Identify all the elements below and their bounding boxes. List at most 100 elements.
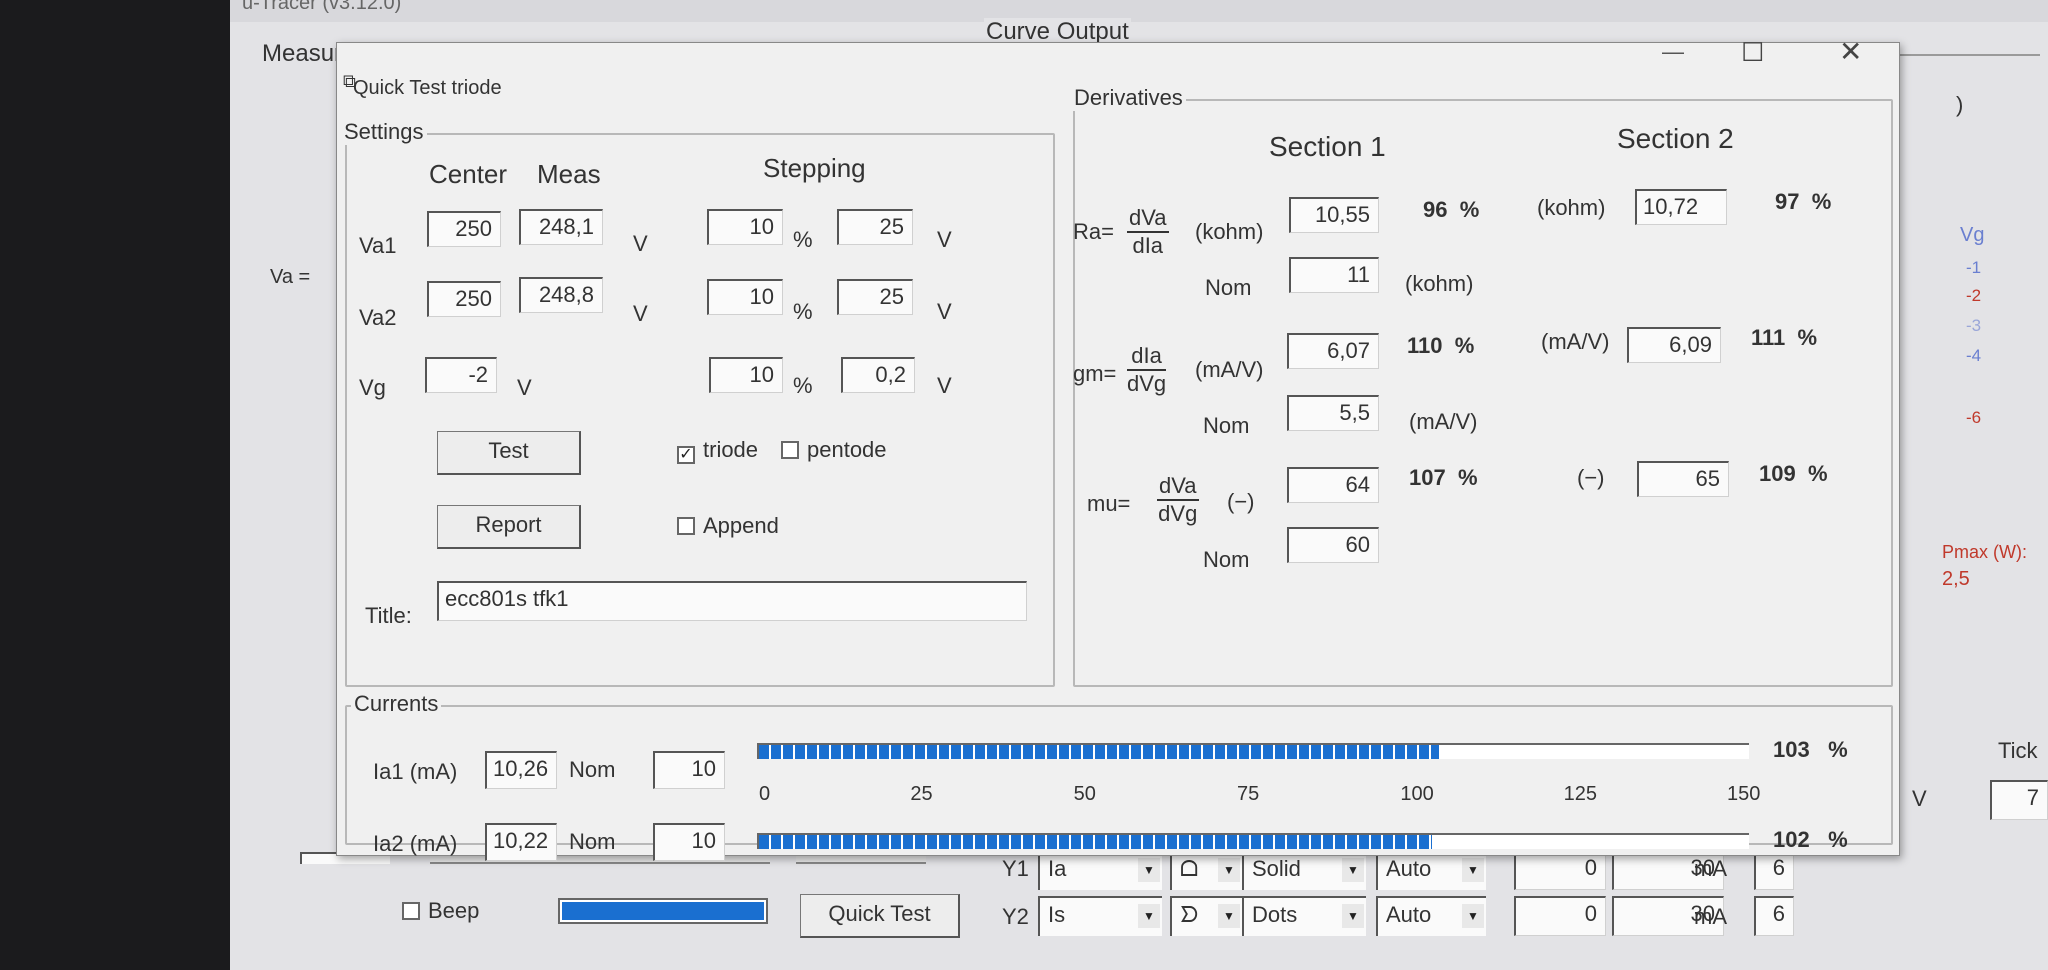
pmax-value: 2,5 xyxy=(1942,568,1970,590)
vg-value: -4 xyxy=(1966,346,1982,365)
chevron-down-icon: ▼ xyxy=(1462,904,1484,928)
beep-checkbox[interactable]: Beep xyxy=(402,898,479,924)
ia1-pct: 103 % xyxy=(1773,737,1848,762)
pentode-checkbox[interactable]: pentode xyxy=(781,437,887,463)
y1-tick-input[interactable]: 6 xyxy=(1754,850,1794,890)
ra-nom-unit: (kohm) xyxy=(1405,271,1474,296)
y2-color-select[interactable]: ᗤ ▼ xyxy=(1170,896,1242,936)
mu-section1-value: 64 xyxy=(1287,467,1379,503)
gm-nom-unit: (mA/V) xyxy=(1409,409,1478,434)
ia1-nom-label: Nom xyxy=(569,757,616,782)
va2-meas-field: 248,8 xyxy=(519,277,603,313)
y1-style-select[interactable]: Solid ▼ xyxy=(1242,850,1366,890)
y1-axis-select[interactable]: Ia ▼ xyxy=(1038,850,1162,890)
beep-checkbox-box[interactable] xyxy=(402,902,420,920)
va2-unit: V xyxy=(633,301,648,326)
ia2-nom-input[interactable]: 10 xyxy=(653,823,725,861)
append-checkbox[interactable]: Append xyxy=(677,513,779,539)
ra-unit: (kohm) xyxy=(1195,219,1264,244)
vg-step-pct-input[interactable]: 10 xyxy=(709,357,783,393)
ra-section2-unit: (kohm) xyxy=(1537,195,1606,220)
y2-min-input[interactable]: 0 xyxy=(1514,896,1606,936)
scale-tick-label: 125 xyxy=(1563,783,1598,805)
chevron-down-icon: ▼ xyxy=(1462,858,1484,882)
vg-step-v-input[interactable]: 0,2 xyxy=(841,357,915,393)
test-button[interactable]: Test xyxy=(437,431,581,475)
gm-unit: (mA/V) xyxy=(1195,357,1264,382)
va1-meas-field: 248,1 xyxy=(519,209,603,245)
mu-section2-unit: (−) xyxy=(1577,465,1605,490)
va2-step-v-input[interactable]: 25 xyxy=(837,279,913,315)
va1-step-pct-input[interactable]: 10 xyxy=(707,209,783,245)
section1-header: Section 1 xyxy=(1269,131,1386,162)
ia2-value: 10,22 xyxy=(485,823,557,861)
ia1-current-bar xyxy=(757,743,1749,759)
minimize-icon[interactable]: — xyxy=(1662,39,1684,65)
beep-label: Beep xyxy=(428,898,480,923)
quick-test-button[interactable]: Quick Test xyxy=(800,894,960,938)
va2-label: Va2 xyxy=(359,305,397,330)
triode-label: triode xyxy=(703,437,759,462)
va1-pct-sign: % xyxy=(793,227,813,252)
y2-label: Y2 xyxy=(1002,904,1029,929)
title-input[interactable]: ecc801s tfk1 xyxy=(437,581,1027,621)
y2-axis-select[interactable]: Is ▼ xyxy=(1038,896,1162,936)
currents-group-label: Currents xyxy=(351,691,442,717)
pentode-label: pentode xyxy=(807,437,887,462)
ra-nom-label: Nom xyxy=(1205,275,1252,300)
vg-value: -6 xyxy=(1966,408,1982,427)
va1-step-unit: V xyxy=(937,227,952,252)
y1-label: Y1 xyxy=(1002,856,1029,881)
checkmark-icon[interactable]: ✓ xyxy=(677,446,695,464)
ra-nom-input[interactable]: 11 xyxy=(1289,257,1379,293)
close-icon[interactable]: ✕ xyxy=(1839,35,1862,68)
mu-nom-label: Nom xyxy=(1203,547,1250,572)
y1-min-input[interactable]: 0 xyxy=(1514,850,1606,890)
chevron-down-icon: ▼ xyxy=(1218,858,1240,882)
gm-prefix: gm= xyxy=(1073,361,1117,386)
y2-scale-select[interactable]: Auto ▼ xyxy=(1376,896,1486,936)
quick-test-dialog: ⧉ Quick Test triode — ☐ ✕ Settings Cente… xyxy=(336,36,1900,861)
gm-section2-value: 6,09 xyxy=(1627,327,1721,363)
pentode-checkbox-box[interactable] xyxy=(781,441,799,459)
va1-label: Va1 xyxy=(359,233,397,258)
y2-style-select[interactable]: Dots ▼ xyxy=(1242,896,1366,936)
va2-pct-sign: % xyxy=(793,299,813,324)
y1-scale-select[interactable]: Auto ▼ xyxy=(1376,850,1486,890)
line-color-icon: ᗝ xyxy=(1180,856,1199,881)
va1-center-input[interactable]: 250 xyxy=(427,211,501,247)
mu-section2-pct: 109 % xyxy=(1759,461,1828,486)
vg-label: Vg xyxy=(359,375,386,400)
ia1-nom-input[interactable]: 10 xyxy=(653,751,725,789)
beep-progress xyxy=(558,898,768,924)
beep-progress-fill xyxy=(562,902,764,920)
append-label: Append xyxy=(703,513,779,538)
y1-color-select[interactable]: ᗝ ▼ xyxy=(1170,850,1242,890)
ia1-value: 10,26 xyxy=(485,751,557,789)
settings-group-label: Settings xyxy=(341,119,427,145)
mu-section2-value: 65 xyxy=(1637,461,1729,497)
chevron-down-icon: ▼ xyxy=(1138,858,1160,882)
stepping-header: Stepping xyxy=(763,153,866,183)
mu-nom-input[interactable]: 60 xyxy=(1287,527,1379,563)
va2-center-input[interactable]: 250 xyxy=(427,281,501,317)
triode-checkbox[interactable]: ✓ triode xyxy=(677,437,758,464)
gm-nom-input[interactable]: 5,5 xyxy=(1287,395,1379,431)
maximize-icon[interactable]: ☐ xyxy=(1741,37,1764,68)
ia1-current-bar-fill xyxy=(759,745,1440,759)
va2-step-pct-input[interactable]: 10 xyxy=(707,279,783,315)
report-button[interactable]: Report xyxy=(437,505,581,549)
pmax-label: Pmax (W): xyxy=(1942,542,2027,562)
vg-pct-sign: % xyxy=(793,373,813,398)
vg-center-input[interactable]: -2 xyxy=(425,357,497,393)
append-checkbox-box[interactable] xyxy=(677,517,695,535)
va1-step-v-input[interactable]: 25 xyxy=(837,209,913,245)
vg-column-label: Vg xyxy=(1960,224,1985,246)
scale-tick-label: 100 xyxy=(1400,783,1434,805)
vg-value: -2 xyxy=(1966,286,1982,305)
chevron-down-icon: ▼ xyxy=(1138,904,1160,928)
dialog-title: Quick Test triode xyxy=(353,77,502,99)
line-color-icon: ᗤ xyxy=(1180,902,1199,927)
tick-input[interactable]: 7 xyxy=(1990,780,2048,820)
y2-tick-input[interactable]: 6 xyxy=(1754,896,1794,936)
